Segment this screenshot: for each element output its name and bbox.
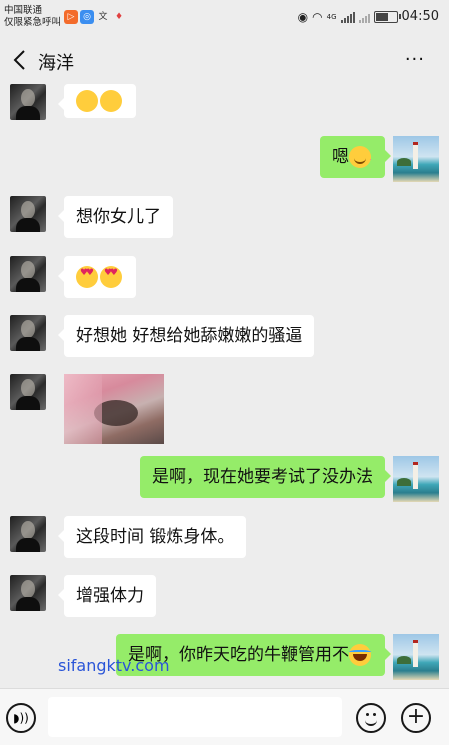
message-list[interactable]: 嗯 想你女儿了 好想她 好想给她舔嫩嫩的骚逼 是啊，现在她要考试了没办法 (0, 84, 449, 688)
message-text: 想你女儿了 (76, 207, 161, 227)
message-bubble[interactable] (58, 84, 136, 118)
carrier-info: 中国联通 仅限紧急呼叫 (4, 5, 61, 29)
self-avatar[interactable] (393, 136, 439, 182)
emergency-only-label: 仅限紧急呼叫 (4, 17, 62, 28)
voice-input-icon[interactable]: ◗)) (6, 703, 36, 733)
message-bubble[interactable]: 增强体力 (58, 575, 156, 617)
message-bubble[interactable] (58, 256, 136, 298)
message-text: 增强体力 (76, 586, 144, 606)
self-avatar[interactable] (393, 456, 439, 502)
message-bubble[interactable]: 嗯 (320, 136, 391, 178)
carrier-name: 中国联通 (4, 5, 43, 16)
image-message[interactable] (64, 374, 164, 444)
more-options-icon[interactable]: ··· (405, 49, 425, 70)
message-bubble[interactable]: 这段时间 锻炼身体。 (57, 516, 247, 558)
heart-eyes-icon (76, 266, 98, 288)
signal-strength-icon (340, 11, 355, 23)
message-bubble[interactable]: 是啊，现在她要考试了没办法 (140, 456, 391, 498)
input-bar: ◗)) + (0, 688, 449, 745)
message-bubble[interactable]: 想你女儿了 (58, 196, 173, 238)
more-functions-plus-icon[interactable]: + (401, 703, 431, 733)
message-input[interactable] (48, 697, 342, 737)
laugh-tears-icon (349, 644, 371, 666)
contact-avatar[interactable] (10, 196, 46, 232)
flushed-face-icon (76, 90, 98, 112)
network-type: 4G (326, 12, 337, 21)
map-pin-icon: ♦ (112, 10, 126, 24)
duoyu-icon: 文 (96, 10, 110, 24)
battery-icon (373, 10, 401, 23)
signal-strength-2-icon (358, 11, 370, 23)
browser-icon: ◎ (80, 10, 94, 24)
notification-icons: ▷ ◎ 文 ♦ (64, 10, 126, 24)
flushed-face-icon (100, 90, 122, 112)
watermark: sifangktv.com (58, 656, 170, 675)
status-right: ◉ ◠ 4G 04:50 (298, 9, 439, 24)
contact-avatar[interactable] (10, 575, 46, 611)
message-bubble[interactable]: 好想她 好想给她舔嫩嫩的骚逼 (57, 315, 315, 357)
clock: 04:50 (401, 9, 439, 24)
smile-face-icon (349, 146, 371, 168)
contact-avatar[interactable] (10, 84, 46, 120)
back-arrow-icon[interactable] (10, 48, 32, 72)
message-text: 好想她 好想给她舔嫩嫩的骚逼 (76, 326, 303, 346)
message-text: 嗯 (332, 147, 349, 167)
self-avatar[interactable] (393, 634, 439, 680)
emoji-picker-icon[interactable] (356, 703, 386, 733)
eye-icon: ◉ (297, 9, 309, 24)
contact-avatar[interactable] (10, 256, 46, 292)
heart-eyes-icon (100, 266, 122, 288)
status-bar: 中国联通 仅限紧急呼叫 ▷ ◎ 文 ♦ ◉ ◠ 4G 04:50 (0, 0, 449, 36)
contact-name[interactable]: 海洋 (38, 49, 74, 75)
contact-avatar[interactable] (10, 374, 46, 410)
contact-avatar[interactable] (10, 315, 46, 351)
message-text: 是啊，现在她要考试了没办法 (152, 467, 373, 487)
wifi-icon: ◠ (312, 9, 323, 24)
message-text: 这段时间 锻炼身体。 (76, 527, 235, 547)
play-store-icon: ▷ (64, 10, 78, 24)
contact-avatar[interactable] (10, 516, 46, 552)
chat-header: 海洋 ··· (0, 36, 449, 84)
